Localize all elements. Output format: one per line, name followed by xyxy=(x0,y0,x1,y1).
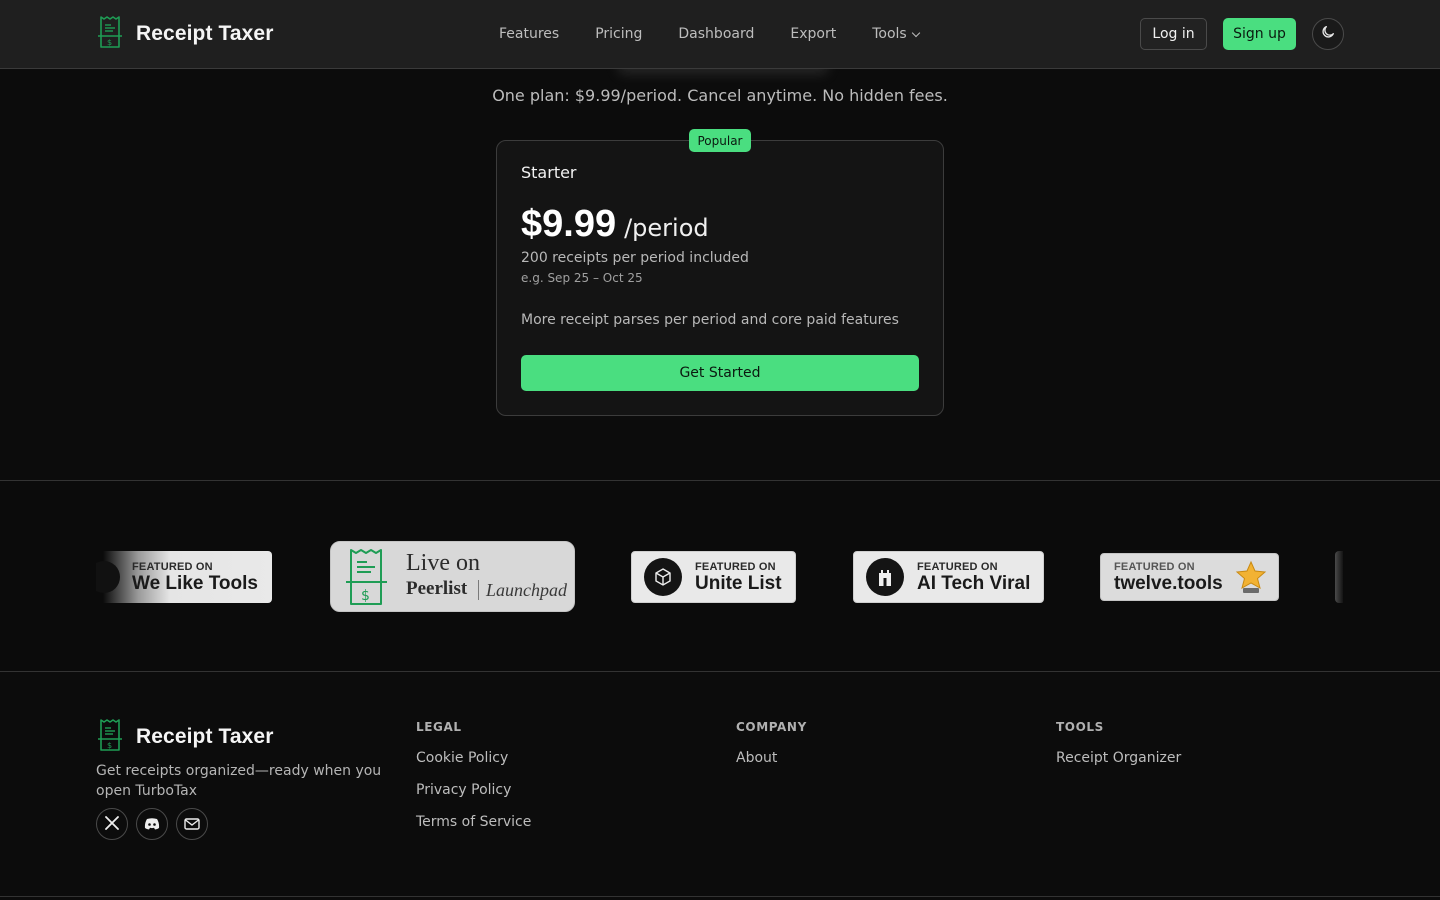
footer-bottom-divider xyxy=(0,896,1440,897)
plan-name: Starter xyxy=(521,163,577,182)
nav-pricing[interactable]: Pricing xyxy=(595,24,642,44)
get-started-button[interactable]: Get Started xyxy=(521,355,919,391)
price-row: $9.99 /period xyxy=(521,203,709,246)
brand-logo-link[interactable]: $ Receipt Taxer xyxy=(98,16,273,52)
main-nav: Features Pricing Dashboard Export Tools xyxy=(499,24,920,44)
svg-text:$: $ xyxy=(107,38,112,47)
peerlist-receipt-icon: $ xyxy=(345,548,389,610)
brand-name: Receipt Taxer xyxy=(136,22,274,45)
terms-of-service-link[interactable]: Terms of Service xyxy=(416,812,531,832)
footer-tools-column: TOOLS Receipt Organizer xyxy=(1056,720,1181,780)
we-like-tools-icon xyxy=(96,561,120,593)
privacy-policy-link[interactable]: Privacy Policy xyxy=(416,780,531,800)
social-links xyxy=(96,808,208,840)
theme-toggle-button[interactable] xyxy=(1312,18,1344,50)
receipt-logo-icon: $ xyxy=(98,719,124,755)
svg-text:$: $ xyxy=(107,741,112,750)
twelve-tools-name: twelve.tools xyxy=(1114,573,1223,594)
ai-tech-viral-name: AI Tech Viral xyxy=(917,573,1031,594)
mail-icon xyxy=(184,815,200,834)
nav-tools-label: Tools xyxy=(872,26,907,42)
footer-legal-heading: LEGAL xyxy=(416,720,462,734)
peerlist-live-on: Live on xyxy=(406,550,480,576)
footer-brand-name: Receipt Taxer xyxy=(136,725,274,748)
popular-badge: Popular xyxy=(689,129,751,152)
nav-export[interactable]: Export xyxy=(790,24,836,44)
peerlist-divider xyxy=(478,580,479,600)
trophy-star-icon xyxy=(1235,560,1267,598)
plan-included: 200 receipts per period included xyxy=(521,250,749,266)
ai-tech-viral-featured-label: FEATURED ON xyxy=(917,561,998,573)
footer-company-column: COMPANY About xyxy=(736,720,807,780)
discord-icon xyxy=(144,815,160,834)
nav-tools-dropdown[interactable]: Tools xyxy=(872,24,920,44)
ai-tech-viral-tower-icon xyxy=(866,558,904,596)
cookie-policy-link[interactable]: Cookie Policy xyxy=(416,748,531,768)
peerlist-name: Peerlist xyxy=(406,578,468,599)
featured-on-strip: FEATURED ON We Like Tools $ Live on Peer… xyxy=(0,480,1440,672)
footer-legal-column: LEGAL Cookie Policy Privacy Policy Terms… xyxy=(416,720,531,844)
signup-button[interactable]: Sign up xyxy=(1223,18,1296,50)
pricing-subtitle: One plan: $9.99/period. Cancel anytime. … xyxy=(492,86,948,105)
pricing-card: Starter $9.99 /period 200 receipts per p… xyxy=(496,140,944,416)
unite-list-featured-label: FEATURED ON xyxy=(695,561,776,573)
site-footer: $ Receipt Taxer Get receipts organized—r… xyxy=(0,672,1440,900)
svg-text:$: $ xyxy=(361,588,370,604)
about-link[interactable]: About xyxy=(736,748,807,768)
ai-tech-viral-badge[interactable]: FEATURED ON AI Tech Viral xyxy=(853,551,1044,603)
x-icon xyxy=(105,815,119,834)
footer-company-heading: COMPANY xyxy=(736,720,807,734)
footer-tagline: Get receipts organized—ready when you op… xyxy=(96,763,382,799)
nav-dashboard[interactable]: Dashboard xyxy=(678,24,754,44)
twelve-tools-featured-label: FEATURED ON xyxy=(1114,561,1195,573)
unite-list-cube-icon xyxy=(644,558,682,596)
unite-list-badge[interactable]: FEATURED ON Unite List xyxy=(631,551,796,603)
unite-list-name: Unite List xyxy=(695,573,782,594)
chevron-down-icon xyxy=(911,28,920,37)
plan-period: /period xyxy=(624,214,709,242)
x-twitter-link[interactable] xyxy=(96,808,128,840)
nav-features[interactable]: Features xyxy=(499,24,559,44)
moon-icon xyxy=(1320,24,1336,44)
email-link[interactable] xyxy=(176,808,208,840)
we-like-tools-name: We Like Tools xyxy=(132,573,258,594)
login-button[interactable]: Log in xyxy=(1140,18,1207,50)
peerlist-launchpad: Launchpad xyxy=(486,580,567,600)
receipt-organizer-link[interactable]: Receipt Organizer xyxy=(1056,748,1181,768)
top-navbar: $ Receipt Taxer Features Pricing Dashboa… xyxy=(0,0,1440,69)
plan-features: More receipt parses per period and core … xyxy=(521,312,899,328)
footer-tools-heading: TOOLS xyxy=(1056,720,1104,734)
we-like-tools-featured-label: FEATURED ON xyxy=(132,561,213,573)
footer-brand[interactable]: $ Receipt Taxer xyxy=(98,719,273,755)
we-like-tools-badge[interactable]: FEATURED ON We Like Tools xyxy=(96,551,272,603)
receipt-logo-icon: $ xyxy=(98,16,124,52)
peerlist-launchpad-badge[interactable]: $ Live on Peerlist Launchpad xyxy=(330,541,575,612)
plan-example-period: e.g. Sep 25 – Oct 25 xyxy=(521,271,643,285)
next-badge-partial[interactable] xyxy=(1335,551,1343,603)
plan-price: $9.99 xyxy=(521,203,617,245)
twelve-tools-badge[interactable]: FEATURED ON twelve.tools xyxy=(1100,553,1279,601)
discord-link[interactable] xyxy=(136,808,168,840)
